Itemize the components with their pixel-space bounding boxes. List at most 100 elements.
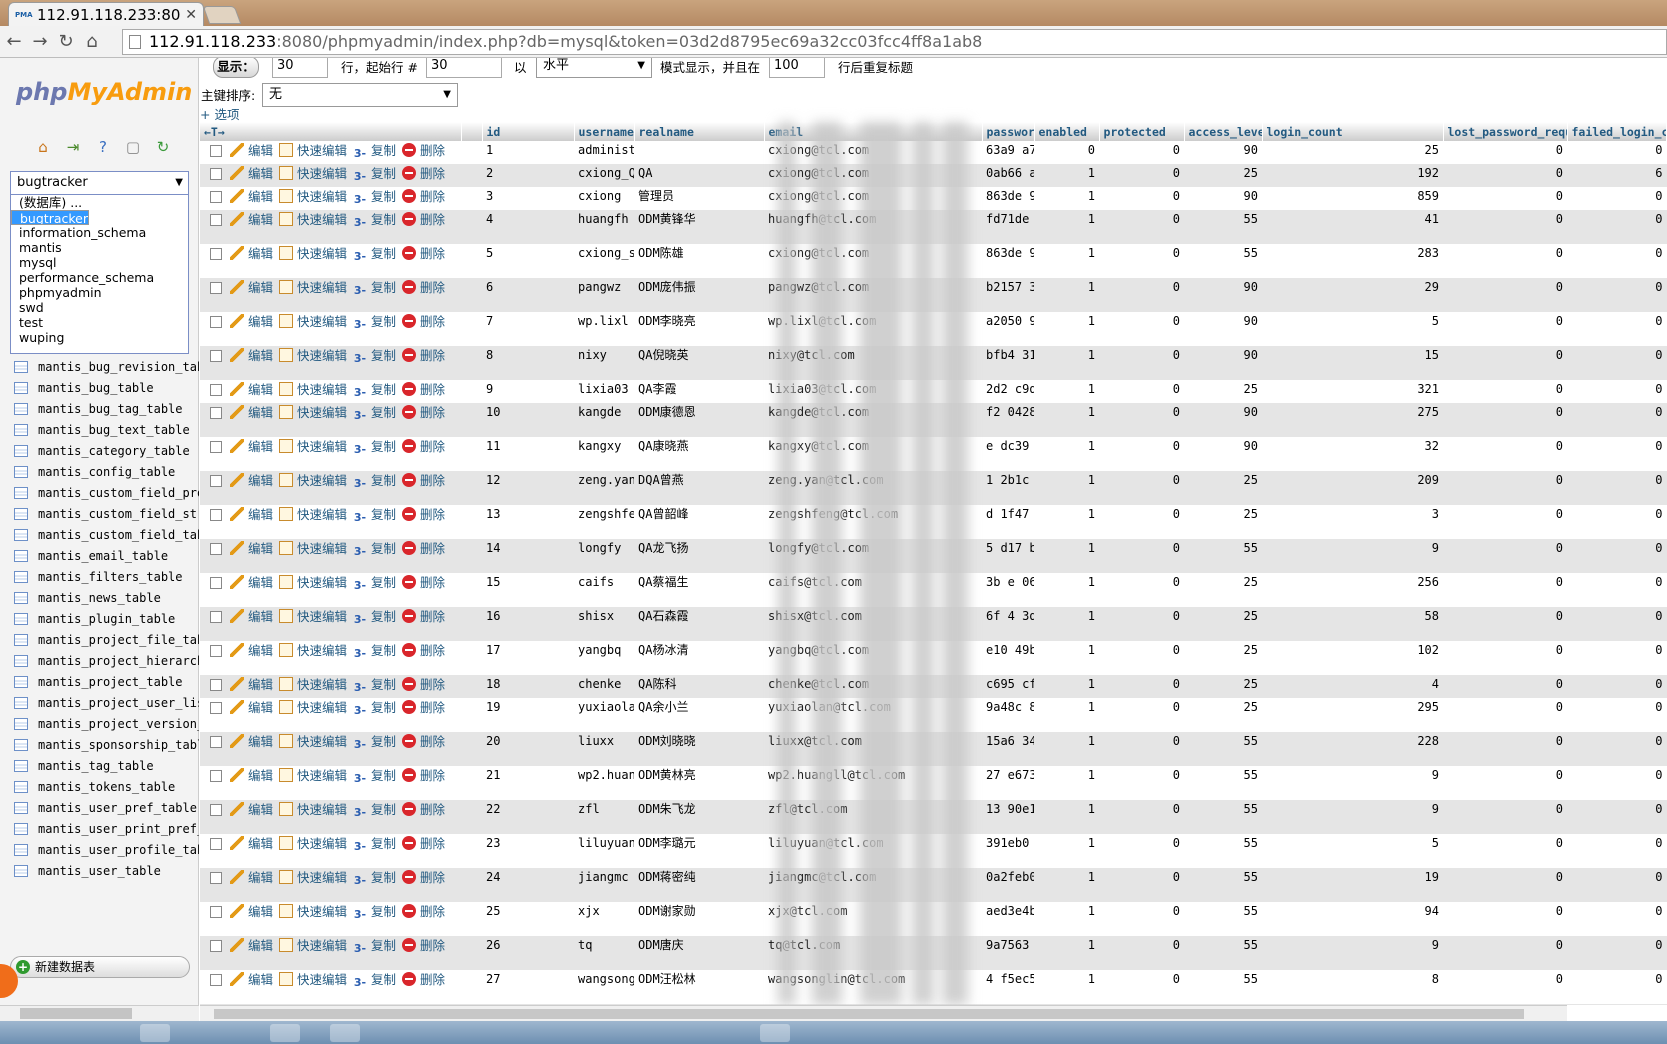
sidebar-table-item[interactable]: mantis_tag_table [14,755,199,776]
copy-link[interactable]: 复制 [371,166,396,181]
cell-password[interactable]: c695 cf06 954f4 e1eac5a [982,675,1034,698]
cell-username[interactable]: liuxx [574,732,634,766]
cell-id[interactable]: 14 [482,539,574,573]
copy-icon[interactable]: 3- [353,647,367,661]
delete-icon[interactable] [402,541,417,555]
cell-protected[interactable]: 0 [1099,970,1184,1004]
sidebar-table-item[interactable]: mantis_user_table [14,860,199,881]
cell-protected[interactable]: 0 [1099,573,1184,607]
cell-login_count[interactable]: 32 [1262,437,1443,471]
copy-link[interactable]: 复制 [371,143,396,158]
sidebar-table-item[interactable]: mantis_user_profile_tab [14,839,199,860]
cell-enabled[interactable]: 1 [1034,505,1099,539]
cell-lost[interactable]: 0 [1443,970,1567,1004]
cell-password[interactable]: 0ab66 a1 2a667 3d4177e [982,164,1034,187]
cell-enabled[interactable]: 1 [1034,437,1099,471]
cell-login_count[interactable]: 859 [1262,187,1443,210]
quick-edit-icon[interactable] [279,734,294,748]
cell-password[interactable]: 863de 95 e5731 d7fef2e [982,187,1034,210]
copy-icon[interactable]: 3- [353,250,367,264]
refresh-icon[interactable]: ↻ [148,138,178,156]
cell-realname[interactable]: ODM朱飞龙 [634,800,764,834]
cell-password[interactable]: e10 49ba e56e05 0f883e [982,641,1034,675]
quick-edit-link[interactable]: 快速编辑 [297,643,347,658]
cell-login_count[interactable]: 295 [1262,698,1443,732]
database-option[interactable]: phpmyadmin [11,285,188,300]
cell-password[interactable]: d 1f47 46262ecd 9185 [982,505,1034,539]
quick-edit-link[interactable]: 快速编辑 [297,870,347,885]
cell-login_count[interactable]: 9 [1262,539,1443,573]
cell-realname[interactable]: QA陈科 [634,675,764,698]
edit-link[interactable]: 编辑 [248,870,273,885]
delete-link[interactable]: 删除 [420,904,445,919]
quick-edit-icon[interactable] [279,314,294,328]
delete-icon[interactable] [402,575,417,589]
cell-enabled[interactable]: 1 [1034,278,1099,312]
cell-id[interactable]: 6 [482,278,574,312]
edit-link[interactable]: 编辑 [248,143,273,158]
column-header-username[interactable]: username [574,122,635,141]
quick-edit-icon[interactable] [279,802,294,816]
cell-failed[interactable]: 0 [1567,868,1667,902]
repeat-header-input[interactable]: 100 [769,58,825,78]
cell-protected[interactable]: 0 [1099,607,1184,641]
cell-username[interactable]: tq [574,936,634,970]
cell-id[interactable]: 2 [482,164,574,187]
copy-link[interactable]: 复制 [371,643,396,658]
edit-link[interactable]: 编辑 [248,700,273,715]
cell-id[interactable]: 3 [482,187,574,210]
cell-access_level[interactable]: 25 [1184,380,1262,403]
cell-username[interactable]: jiangmc [574,868,634,902]
copy-link[interactable]: 复制 [371,348,396,363]
copy-link[interactable]: 复制 [371,938,396,953]
quick-edit-link[interactable]: 快速编辑 [297,609,347,624]
cell-login_count[interactable]: 192 [1262,164,1443,187]
cell-failed[interactable]: 0 [1567,766,1667,800]
cell-enabled[interactable]: 1 [1034,868,1099,902]
delete-icon[interactable] [402,700,417,714]
copy-link[interactable]: 复制 [371,314,396,329]
quick-edit-icon[interactable] [279,143,294,157]
sidebar-table-item[interactable]: mantis_project_table [14,671,199,692]
copy-link[interactable]: 复制 [371,575,396,590]
row-checkbox[interactable] [210,350,222,362]
cell-failed[interactable]: 0 [1567,539,1667,573]
cell-username[interactable]: wp2.huangll [574,766,634,800]
cell-access_level[interactable]: 55 [1184,732,1262,766]
cell-username[interactable]: zfl [574,800,634,834]
row-checkbox[interactable] [210,168,222,180]
quick-edit-icon[interactable] [279,836,294,850]
delete-link[interactable]: 删除 [420,507,445,522]
cell-username[interactable]: kangxy [574,437,634,471]
copy-icon[interactable]: 3- [353,352,367,366]
row-checkbox[interactable] [210,736,222,748]
cell-id[interactable]: 10 [482,403,574,437]
sidebar-table-item[interactable]: mantis_user_pref_table [14,797,199,818]
quick-edit-link[interactable]: 快速编辑 [297,280,347,295]
cell-access_level[interactable]: 55 [1184,800,1262,834]
quick-edit-link[interactable]: 快速编辑 [297,904,347,919]
edit-link[interactable]: 编辑 [248,938,273,953]
cell-username[interactable]: yangbq [574,641,634,675]
cell-lost[interactable]: 0 [1443,210,1567,244]
cell-failed[interactable]: 0 [1567,244,1667,278]
cell-access_level[interactable]: 55 [1184,539,1262,573]
delete-icon[interactable] [402,473,417,487]
cell-failed[interactable]: 0 [1567,732,1667,766]
cell-id[interactable]: 26 [482,936,574,970]
cell-id[interactable]: 1 [482,141,574,164]
delete-link[interactable]: 删除 [420,700,445,715]
delete-link[interactable]: 删除 [420,143,445,158]
cell-realname[interactable]: ODM黄锋华 [634,210,764,244]
cell-access_level[interactable]: 90 [1184,437,1262,471]
cell-protected[interactable]: 0 [1099,244,1184,278]
cell-access_level[interactable]: 25 [1184,675,1262,698]
cell-lost[interactable]: 0 [1443,675,1567,698]
cell-access_level[interactable]: 90 [1184,403,1262,437]
delete-icon[interactable] [402,643,417,657]
cell-protected[interactable]: 0 [1099,437,1184,471]
cell-id[interactable]: 17 [482,641,574,675]
quick-edit-link[interactable]: 快速编辑 [297,677,347,692]
edit-link[interactable]: 编辑 [248,541,273,556]
delete-icon[interactable] [402,314,417,328]
